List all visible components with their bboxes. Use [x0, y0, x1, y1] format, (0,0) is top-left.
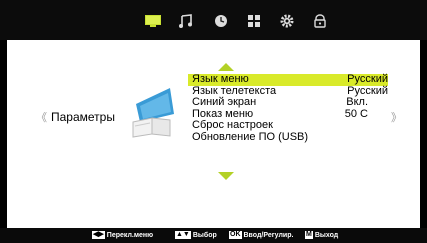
gear-icon	[280, 14, 294, 28]
prev-section-nav[interactable]: 《 Параметры	[36, 109, 115, 125]
tab-time[interactable]	[211, 13, 231, 29]
hint-select: ▲▼ Выбор	[175, 231, 217, 239]
tv-menu-screen: 《 Параметры 》 Язык меню Русский Язык тел…	[0, 0, 427, 243]
hint-label: Перекл.меню	[106, 231, 154, 239]
tab-settings[interactable]	[277, 13, 297, 29]
tab-lock[interactable]	[310, 13, 330, 29]
menu-item-label: Обновление ПО (USB)	[192, 130, 309, 143]
chevron-right-icon: 》	[391, 112, 402, 124]
menu-item-label: Язык меню	[192, 73, 249, 85]
up-down-key-icon: ▲▼	[175, 231, 191, 239]
music-note-icon	[179, 14, 192, 28]
menu-tab-bar	[0, 0, 427, 40]
chevron-left-icon: 《	[36, 112, 47, 124]
menu-key-icon: M	[305, 231, 313, 239]
menu-item-value: 50 С	[344, 107, 368, 120]
tab-picture[interactable]	[143, 13, 163, 29]
scroll-up-arrow-icon[interactable]	[218, 63, 234, 71]
grid-icon	[248, 15, 260, 27]
settings-menu-list: Язык меню Русский Язык телетекста Русски…	[188, 73, 388, 144]
next-section-nav[interactable]: 》	[391, 109, 402, 125]
lock-icon	[314, 14, 326, 28]
key-hint-bar: ◀▶ Перекл.меню ▲▼ Выбор OK Ввод/Регулир.…	[0, 228, 427, 243]
hint-label: Выход	[314, 231, 339, 239]
tab-sound[interactable]	[176, 13, 196, 29]
menu-item-software-update[interactable]: Обновление ПО (USB)	[188, 130, 388, 144]
menu-item-menu-language[interactable]: Язык меню Русский	[188, 73, 388, 86]
hint-enter-adjust: OK Ввод/Регулир.	[229, 231, 293, 239]
left-right-key-icon: ◀▶	[92, 231, 105, 239]
ok-key-icon: OK	[229, 231, 242, 239]
tab-setup[interactable]	[244, 13, 264, 29]
scroll-down-arrow-icon[interactable]	[218, 172, 234, 180]
hint-exit: M Выход	[305, 231, 338, 239]
hint-label: Выбор	[192, 231, 217, 239]
clock-icon	[215, 15, 227, 27]
section-title: Параметры	[51, 110, 115, 124]
hint-label: Ввод/Регулир.	[243, 231, 294, 239]
hint-switch-menu: ◀▶ Перекл.меню	[92, 231, 153, 239]
section-graphic-icon	[132, 88, 174, 138]
menu-item-value: Русский	[347, 73, 388, 85]
picture-icon	[145, 15, 161, 27]
